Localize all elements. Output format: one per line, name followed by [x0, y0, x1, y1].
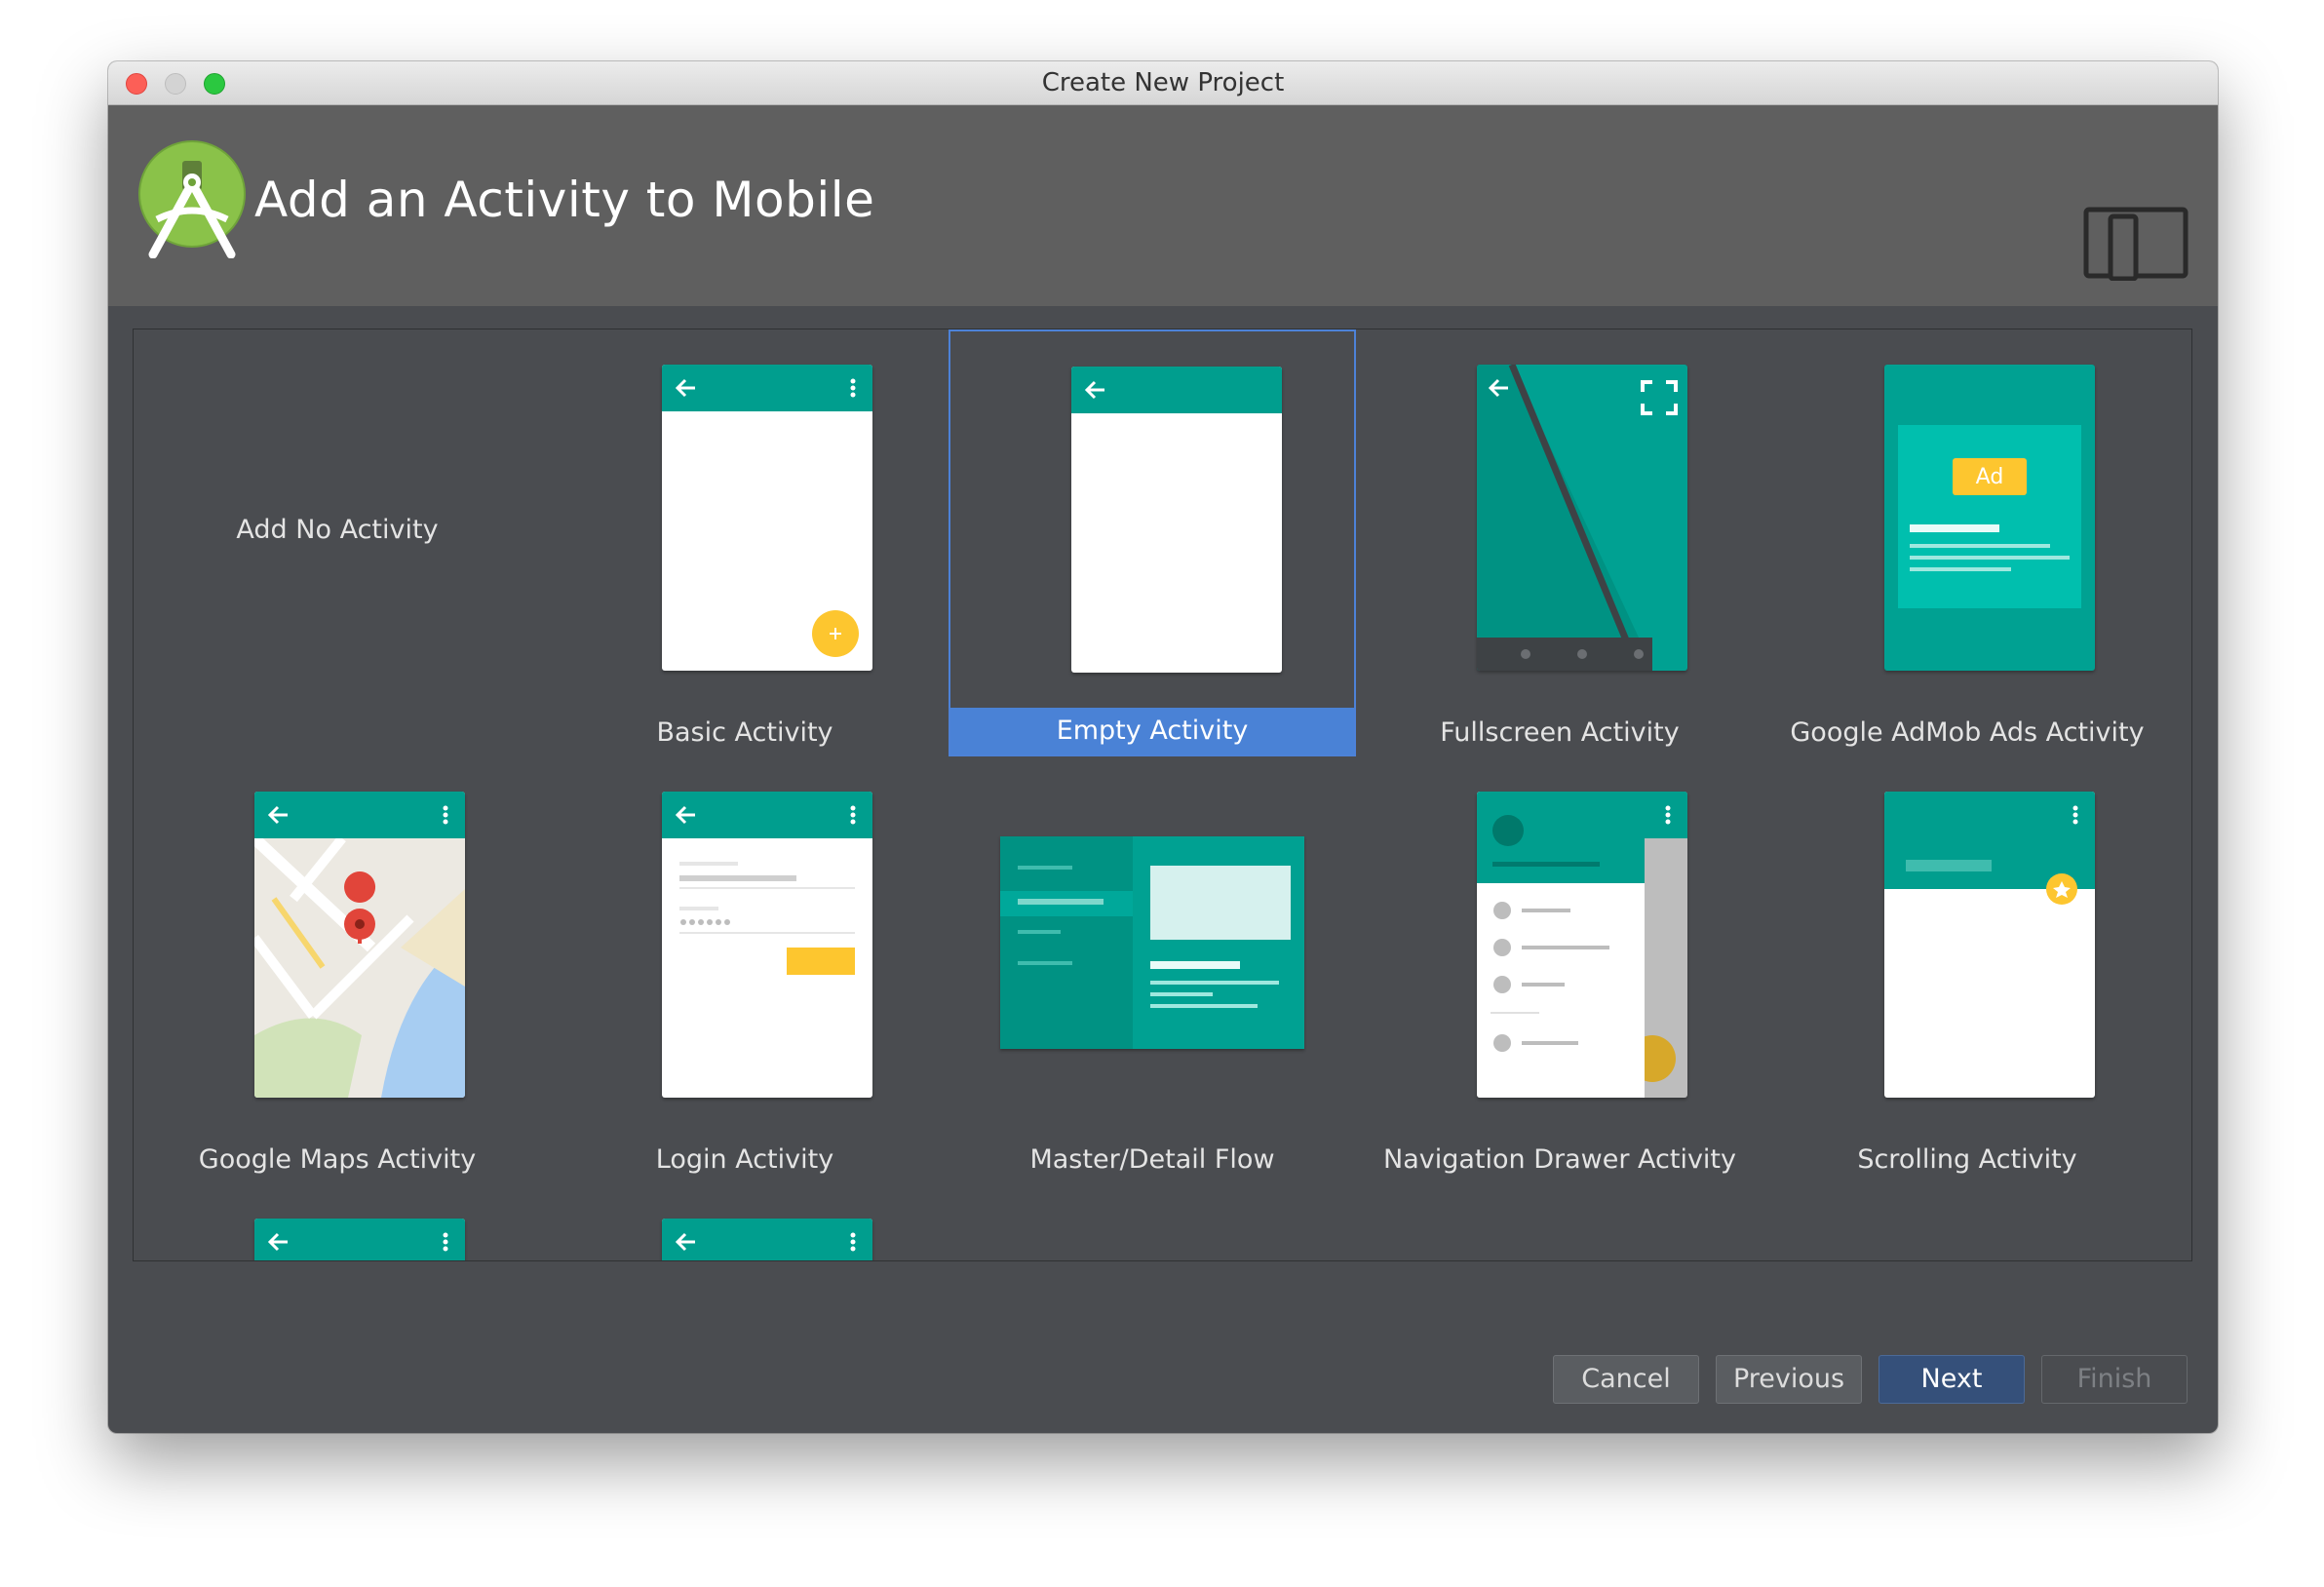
login-activity-preview [662, 792, 872, 1098]
previous-button[interactable]: Previous [1716, 1355, 1862, 1404]
template-label: Basic Activity [656, 717, 833, 748]
maps-activity-preview [254, 792, 465, 1098]
login-activity-thumbnail [541, 756, 949, 1137]
empty-activity-thumbnail [950, 331, 1358, 712]
finish-button[interactable]: Finish [2041, 1355, 2188, 1404]
activity-gallery: Add No Activity Basic Activity Empty Act… [133, 329, 2192, 1261]
ad-badge: Ad [1976, 465, 2004, 489]
scrolling-activity-preview [1884, 792, 2095, 1098]
template-label: Fullscreen Activity [1440, 717, 1680, 748]
template-navigation-drawer-activity[interactable]: Navigation Drawer Activity [1356, 756, 1763, 1183]
template-admob-activity[interactable]: Ad Google AdMob Ads Activity [1763, 329, 2171, 756]
basic-activity-thumbnail [541, 329, 949, 710]
phone-tablet-icon [2083, 207, 2188, 281]
template-partial-row3-2[interactable] [541, 1183, 949, 1260]
template-fullscreen-activity[interactable]: Fullscreen Activity [1356, 329, 1763, 756]
template-master-detail-flow[interactable]: Master/Detail Flow [949, 756, 1356, 1183]
template-scrolling-activity[interactable]: Scrolling Activity [1763, 756, 2171, 1183]
template-label: Google Maps Activity [198, 1144, 477, 1175]
template-add-no-activity[interactable]: Add No Activity [134, 329, 541, 756]
nav-drawer-thumbnail [1356, 756, 1763, 1137]
empty-activity-preview [1071, 367, 1282, 673]
template-login-activity[interactable]: Login Activity [541, 756, 949, 1183]
basic-activity-preview [662, 365, 872, 671]
template-basic-activity[interactable]: Basic Activity [541, 329, 949, 756]
partial-template-preview [662, 1219, 872, 1260]
template-label: Empty Activity [950, 708, 1354, 755]
admob-activity-preview: Ad [1884, 365, 2095, 671]
fullscreen-activity-thumbnail [1356, 329, 1763, 710]
nav-drawer-preview [1477, 792, 1687, 1098]
window-title: Create New Project [1041, 68, 1285, 97]
scrolling-activity-thumbnail [1763, 756, 2171, 1137]
template-label: Add No Activity [236, 515, 439, 545]
template-label: Master/Detail Flow [1029, 1144, 1275, 1175]
template-label: Scrolling Activity [1857, 1144, 2077, 1175]
template-empty-activity[interactable]: Empty Activity [949, 329, 1356, 756]
title-bar: Create New Project [108, 61, 2218, 105]
template-partial-row3-1[interactable] [134, 1183, 541, 1260]
fullscreen-activity-preview [1477, 365, 1687, 671]
android-studio-logo-icon [138, 140, 246, 258]
template-label: Google AdMob Ads Activity [1790, 717, 2145, 748]
template-label: Login Activity [655, 1144, 834, 1175]
maps-activity-thumbnail [134, 756, 541, 1137]
admob-activity-thumbnail: Ad [1763, 329, 2171, 710]
template-label: Navigation Drawer Activity [1383, 1144, 1736, 1175]
partial-template-preview [254, 1219, 465, 1260]
next-button[interactable]: Next [1879, 1355, 2025, 1404]
template-google-maps-activity[interactable]: Google Maps Activity [134, 756, 541, 1183]
wizard-header: Add an Activity to Mobile [108, 105, 2218, 306]
create-project-window: Create New Project Add an Activity to Mo… [108, 61, 2218, 1433]
page-title: Add an Activity to Mobile [254, 172, 875, 228]
master-detail-preview [1000, 836, 1304, 1049]
master-detail-thumbnail [949, 756, 1356, 1137]
cancel-button[interactable]: Cancel [1553, 1355, 1699, 1404]
